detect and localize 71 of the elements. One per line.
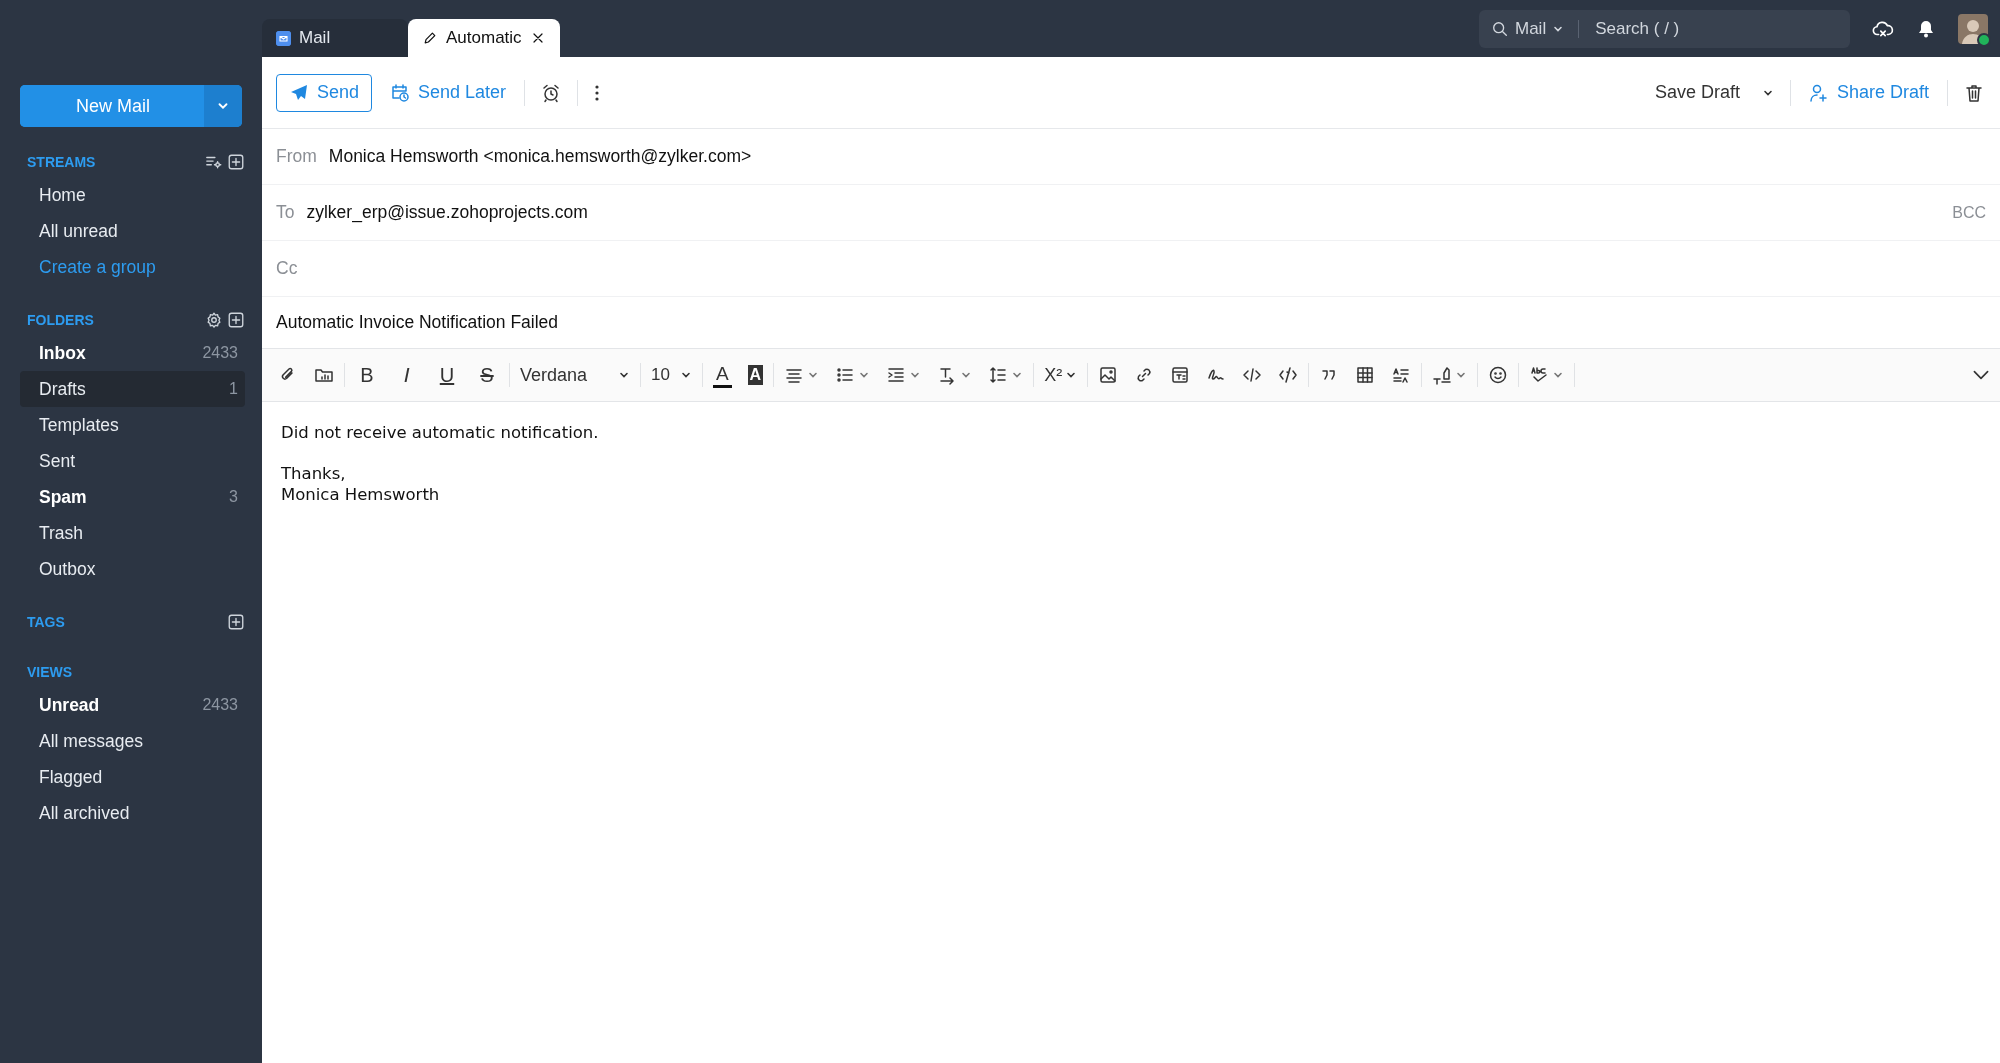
code-icon <box>1242 365 1263 385</box>
font-family-dropdown[interactable]: Verdana <box>512 358 638 392</box>
alarm-clock-icon <box>541 82 562 103</box>
send-later-button[interactable]: Send Later <box>386 82 511 103</box>
sidebar-item[interactable]: Sent <box>20 443 245 479</box>
superscript-button[interactable]: X² <box>1036 358 1086 392</box>
tab[interactable]: Mail <box>262 19 408 57</box>
highlighter-icon <box>1432 365 1453 385</box>
font-color-button[interactable]: A <box>712 362 732 388</box>
tab[interactable]: Automatic <box>408 19 560 57</box>
search-field[interactable]: Mail Search ( / ) <box>1479 9 1850 48</box>
bell-icon[interactable] <box>1916 18 1936 39</box>
add-icon <box>227 613 245 631</box>
image-icon <box>1098 365 1119 385</box>
share-draft-button[interactable]: Share Draft <box>1804 82 1933 103</box>
avatar[interactable] <box>1958 13 1988 44</box>
font-size-dropdown[interactable]: 10 <box>643 358 700 392</box>
sidebar-item[interactable]: Flagged <box>20 759 245 795</box>
body-text: Thanks, <box>281 463 347 484</box>
pencil-icon <box>422 30 438 46</box>
to-label: To <box>276 202 295 223</box>
sidebar-item[interactable]: All messages <box>20 723 245 759</box>
from-label: From <box>276 146 317 167</box>
table-icon <box>1355 365 1376 385</box>
add-icon <box>227 153 245 171</box>
bullet-list-icon <box>835 365 856 385</box>
sidebar-item[interactable]: Unread 2433 <box>20 687 245 723</box>
smiley-icon <box>1488 365 1509 385</box>
subject-field[interactable]: Automatic Invoice Notification Failed <box>276 312 559 333</box>
sidebar-item[interactable]: Templates <box>20 407 245 443</box>
text-format-icon <box>1391 365 1412 385</box>
sidebar-item[interactable]: Home <box>20 177 245 213</box>
search-icon <box>1491 19 1509 38</box>
section-heading: FOLDERS <box>27 312 95 328</box>
add-user-icon <box>1808 82 1829 103</box>
section-heading: STREAMS <box>27 154 97 170</box>
template-icon <box>1170 365 1191 385</box>
section-heading: VIEWS <box>27 664 74 680</box>
sidebar-item[interactable]: All archived <box>20 795 245 831</box>
cc-label: Cc <box>276 258 298 279</box>
sidebar-item[interactable]: Drafts 1 <box>20 371 245 407</box>
sidebar-item[interactable]: Spam 3 <box>20 479 245 515</box>
body-text: Monica Hemsworth <box>281 484 441 505</box>
save-draft-button[interactable]: Save Draft <box>1652 80 1776 105</box>
sidebar-item[interactable]: All unread <box>20 213 245 249</box>
more-icon <box>594 83 601 102</box>
bold-button[interactable]: B <box>347 358 387 392</box>
spellcheck-icon <box>1529 365 1550 385</box>
calendar-clock-icon <box>390 82 411 103</box>
indent-icon <box>886 365 907 385</box>
section-heading: TAGS <box>27 614 66 630</box>
search-scope[interactable]: Mail <box>1515 18 1547 39</box>
create-group-link[interactable]: Create a group <box>20 249 245 285</box>
line-spacing-icon <box>988 365 1009 385</box>
from-value[interactable]: Monica Hemsworth <monica.hemsworth@zylker.com> <box>328 146 752 167</box>
trash-icon <box>1964 82 1984 103</box>
background-color-button[interactable]: A <box>747 365 764 385</box>
strike-button[interactable]: S <box>467 358 507 392</box>
mail-app-icon <box>276 30 291 46</box>
send-button[interactable]: Send <box>276 73 373 112</box>
to-recipient[interactable]: zylker_erp@issue.zohoprojects.com <box>306 202 588 223</box>
italic-button[interactable]: I <box>387 358 427 392</box>
sidebar-item[interactable]: Outbox <box>20 551 245 587</box>
sidebar-item[interactable]: Trash <box>20 515 245 551</box>
settings-icon <box>205 311 223 329</box>
underline-button[interactable]: U <box>427 358 467 392</box>
online-status-dot <box>1977 32 1991 47</box>
code-snippet-icon <box>1278 365 1299 385</box>
sidebar-item[interactable]: Inbox 2433 <box>20 335 245 371</box>
body-text: Did not receive automatic notification. <box>281 422 600 443</box>
add-icon <box>227 311 245 329</box>
